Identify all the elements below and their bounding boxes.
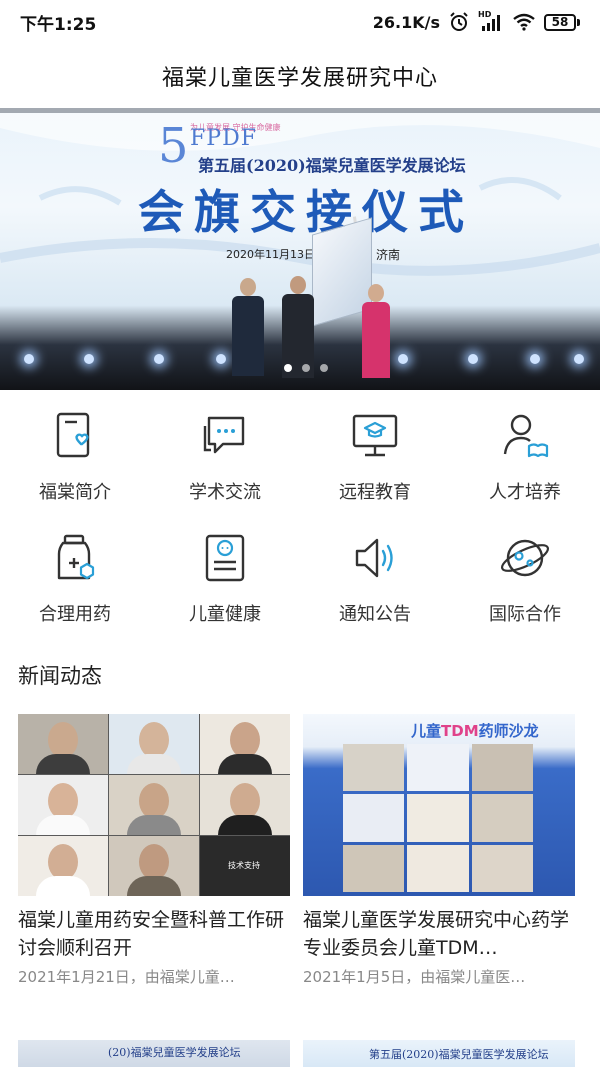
banner-brand: FPDF xyxy=(190,126,257,151)
peek-text: (20)福棠兒童医学发展论坛 xyxy=(108,1046,241,1059)
news-card[interactable]: 技术支持 福棠儿童用药安全暨科普工作研讨会顺利召开 2021年1月21日，由福棠… xyxy=(18,714,290,987)
nav-label: 人才培养 xyxy=(489,482,561,503)
news-thumbnail: 技术支持 xyxy=(18,714,290,896)
carousel-dot[interactable] xyxy=(284,364,292,372)
wifi-icon xyxy=(513,13,535,31)
nav-item-intro[interactable]: 福棠简介 xyxy=(0,398,150,520)
feature-grid: 福棠简介 学术交流 远程教育 人才培养 合理用药 儿童健康 通知公告 国际合作 xyxy=(0,398,600,642)
status-time: 下午1:25 xyxy=(20,14,97,35)
nav-item-academic[interactable]: 学术交流 xyxy=(150,398,300,520)
stage-light xyxy=(216,354,226,364)
speaker-right xyxy=(362,284,390,378)
video-grid xyxy=(343,744,533,892)
nav-item-rational-drug-use[interactable]: 合理用药 xyxy=(0,520,150,642)
banner-edition-number: 5 xyxy=(158,118,189,174)
news-section-heading: 新闻动态 xyxy=(18,664,102,688)
carousel-dot[interactable] xyxy=(320,364,328,372)
banner-ceremony-title: 会旗交接仪式 xyxy=(138,185,474,239)
nav-item-notice[interactable]: 通知公告 xyxy=(300,520,450,642)
news-meta: 2021年1月5日，由福棠儿童医… xyxy=(303,968,526,986)
speaker-left xyxy=(232,278,264,376)
video-tile xyxy=(18,836,108,896)
stage-light xyxy=(574,354,584,364)
monitor-graduation-icon xyxy=(349,410,401,462)
banner-carousel[interactable]: 5 为儿童发展 守护生命健康 FPDF 第五届(2020)福棠兒童医学发展论坛 … xyxy=(0,108,600,390)
video-tile xyxy=(109,836,199,896)
banner-city: 济南 xyxy=(376,248,401,262)
banner-forum-title: 第五届(2020)福棠兒童医学发展论坛 xyxy=(198,156,466,175)
signal-icon: HD xyxy=(478,10,504,32)
child-document-icon xyxy=(199,532,251,584)
nav-label: 福棠简介 xyxy=(39,482,111,503)
video-tile xyxy=(18,775,108,835)
news-card-peek[interactable]: 第五届(2020)福棠兒童医学发展论坛 xyxy=(303,1040,575,1067)
nav-label: 儿童健康 xyxy=(189,604,261,625)
phone-heart-icon xyxy=(49,410,101,462)
nav-label: 国际合作 xyxy=(489,604,561,625)
news-title: 福棠儿童医学发展研究中心药学专业委员会儿童TDM… xyxy=(303,909,570,959)
alarm-icon xyxy=(450,12,468,31)
status-icons: 26.1K/s HD 58 xyxy=(372,10,580,33)
stage-light xyxy=(154,354,164,364)
page-title: 福棠儿童医学发展研究中心 xyxy=(161,66,438,91)
nav-item-international[interactable]: 国际合作 xyxy=(450,520,600,642)
stage-light xyxy=(468,354,478,364)
video-tile xyxy=(200,714,290,774)
video-tile xyxy=(18,714,108,774)
battery-icon: 58 xyxy=(544,13,580,31)
nav-item-remote-education[interactable]: 远程教育 xyxy=(300,398,450,520)
thumb-title: 儿童TDM药师沙龙 xyxy=(411,722,539,740)
news-card[interactable]: 儿童TDM药师沙龙 福棠儿童医学发展研究中心药学专业委员会儿童TDM… 2021… xyxy=(303,714,575,987)
nav-item-child-health[interactable]: 儿童健康 xyxy=(150,520,300,642)
nav-item-talent[interactable]: 人才培养 xyxy=(450,398,600,520)
video-tile xyxy=(109,714,199,774)
stage-light xyxy=(398,354,408,364)
video-tile: 技术支持 xyxy=(200,836,290,896)
video-tile xyxy=(200,775,290,835)
medicine-bottle-icon xyxy=(49,532,101,584)
news-thumbnail: 儿童TDM药师沙龙 xyxy=(303,714,575,896)
peek-text: 第五届(2020)福棠兒童医学发展论坛 xyxy=(369,1048,549,1061)
planet-icon xyxy=(499,532,551,584)
video-tile xyxy=(109,775,199,835)
speaker-middle xyxy=(282,276,314,378)
stage-light xyxy=(24,354,34,364)
carousel-indicator xyxy=(284,364,328,372)
nav-label: 远程教育 xyxy=(339,482,411,503)
speaker-icon xyxy=(349,532,401,584)
nav-label: 合理用药 xyxy=(39,604,111,625)
stage-light xyxy=(84,354,94,364)
app-header: 福棠儿童医学发展研究中心 xyxy=(0,44,600,108)
nav-label: 学术交流 xyxy=(189,482,261,503)
nav-label: 通知公告 xyxy=(339,604,411,625)
person-book-icon xyxy=(499,410,551,462)
news-card-peek[interactable]: (20)福棠兒童医学发展论坛 xyxy=(18,1040,290,1067)
news-meta: 2021年1月21日，由福棠儿童… xyxy=(18,968,235,986)
carousel-dot[interactable] xyxy=(302,364,310,372)
tech-support-label: 技术支持 xyxy=(228,861,260,870)
chat-bubbles-icon xyxy=(199,410,251,462)
news-title: 福棠儿童用药安全暨科普工作研讨会顺利召开 xyxy=(18,909,285,959)
stage-light xyxy=(530,354,540,364)
network-speed: 26.1K/s xyxy=(372,12,440,32)
battery-level: 58 xyxy=(544,13,576,31)
status-bar: 下午1:25 26.1K/s HD 58 xyxy=(0,0,600,44)
